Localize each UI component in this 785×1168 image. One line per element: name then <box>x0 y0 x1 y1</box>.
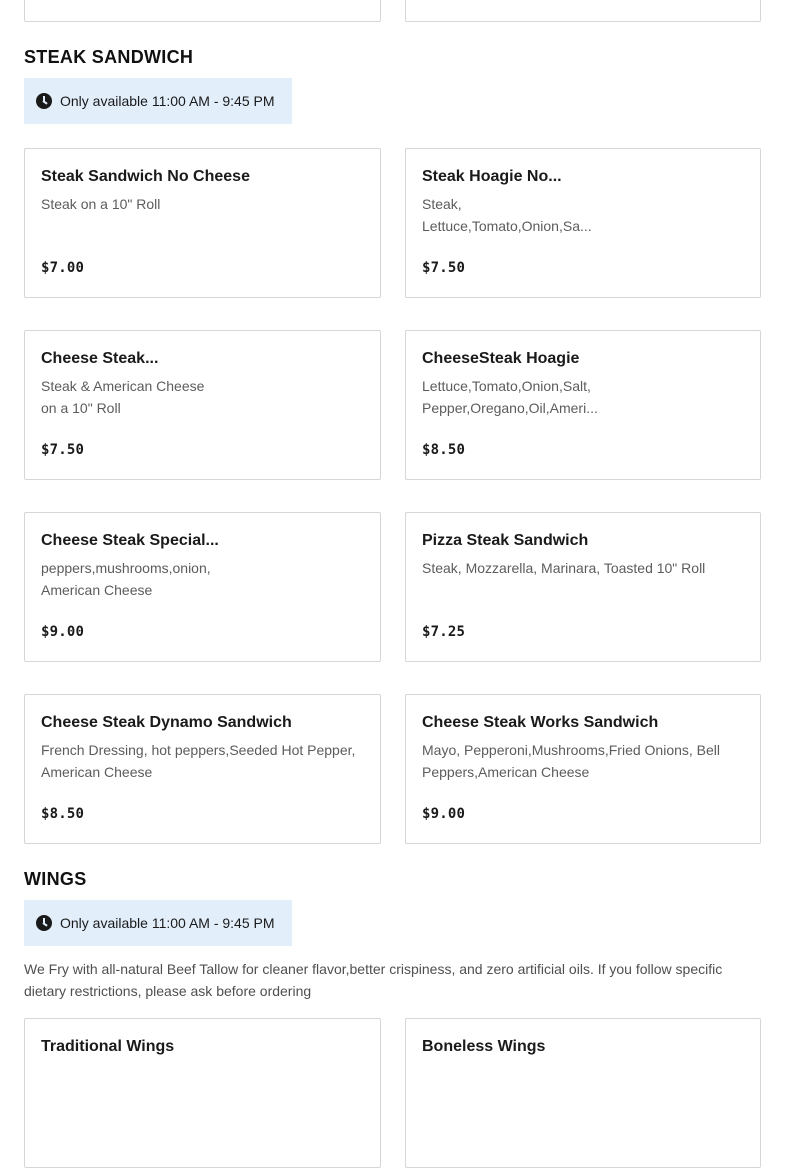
menu-item-name: Cheese Steak... <box>41 350 159 367</box>
clock-icon <box>36 915 52 931</box>
menu-item-card[interactable] <box>405 0 761 22</box>
menu-item-description: Steak & American Cheese on a 10" Roll <box>41 375 364 419</box>
clock-icon <box>36 93 52 109</box>
description-line: Peppers,American Cheese <box>422 764 590 780</box>
menu-item-price: $7.25 <box>422 624 466 640</box>
menu-item-description: Lettuce,Tomato,Onion,Salt, Pepper,Oregan… <box>422 375 744 419</box>
description-line: French Dressing, hot peppers,Seeded Hot … <box>41 742 356 758</box>
section-title-steak-sandwich: STEAK SANDWICH <box>24 47 194 67</box>
description-line: American Cheese <box>41 764 153 780</box>
menu-item-card[interactable]: Pizza Steak Sandwich Steak, Mozzarella, … <box>405 512 761 662</box>
menu-item-description: Steak, Lettuce,Tomato,Onion,Sa... <box>422 193 744 237</box>
menu-item-price: $7.50 <box>422 260 466 276</box>
menu-item-description: Mayo, Pepperoni,Mushrooms,Fried Onions, … <box>422 739 744 783</box>
menu-item-description: French Dressing, hot peppers,Seeded Hot … <box>41 739 364 783</box>
menu-item-name: Steak Hoagie No... <box>422 168 562 185</box>
menu-item-name: Traditional Wings <box>41 1038 175 1055</box>
menu-item-name: Cheese Steak Works Sandwich <box>422 714 659 731</box>
availability-text: Only available 11:00 AM - 9:45 PM <box>60 93 275 109</box>
description-line: Lettuce,Tomato,Onion,Sa... <box>422 218 592 234</box>
description-line: Steak, Mozzarella, Marinara, Toasted 10"… <box>422 560 706 576</box>
menu-item-card[interactable] <box>24 0 381 22</box>
menu-item-name: Pizza Steak Sandwich <box>422 532 589 549</box>
menu-item-card[interactable]: Steak Hoagie No... Steak, Lettuce,Tomato… <box>405 148 761 298</box>
menu-item-card[interactable]: Cheese Steak Dynamo Sandwich French Dres… <box>24 694 381 844</box>
description-line: Steak, <box>422 196 462 212</box>
menu-item-card[interactable]: CheeseSteak Hoagie Lettuce,Tomato,Onion,… <box>405 330 761 480</box>
menu-item-price: $7.00 <box>41 260 85 276</box>
menu-item-price: $9.00 <box>41 624 85 640</box>
description-line: on a 10" Roll <box>41 400 121 416</box>
menu-item-card[interactable]: Cheese Steak... Steak & American Cheese … <box>24 330 381 480</box>
menu-item-name: Steak Sandwich No Cheese <box>41 168 250 185</box>
description-line: Steak on a 10" Roll <box>41 196 161 212</box>
menu-item-card[interactable]: Cheese Steak Special... peppers,mushroom… <box>24 512 381 662</box>
menu-item-card[interactable]: Traditional Wings <box>24 1018 381 1168</box>
menu-item-price: $7.50 <box>41 442 85 458</box>
description-line: Steak & American Cheese <box>41 378 205 394</box>
menu-item-name: Cheese Steak Special... <box>41 532 219 549</box>
menu-item-name: CheeseSteak Hoagie <box>422 350 580 367</box>
menu-item-card[interactable]: Steak Sandwich No Cheese Steak on a 10" … <box>24 148 381 298</box>
menu-item-description: peppers,mushrooms,onion, American Cheese <box>41 557 364 601</box>
section-note-line: We Fry with all-natural Beef Tallow for … <box>24 961 723 977</box>
description-line: Mayo, Pepperoni,Mushrooms,Fried Onions, … <box>422 742 721 758</box>
menu-item-card[interactable]: Cheese Steak Works Sandwich Mayo, Pepper… <box>405 694 761 844</box>
description-line: peppers,mushrooms,onion, <box>41 560 211 576</box>
section-note: We Fry with all-natural Beef Tallow for … <box>24 958 764 1002</box>
section-title-wings: WINGS <box>24 869 87 889</box>
availability-banner: Only available 11:00 AM - 9:45 PM <box>24 78 292 124</box>
menu-item-name: Cheese Steak Dynamo Sandwich <box>41 714 292 731</box>
description-line: American Cheese <box>41 582 153 598</box>
description-line: Lettuce,Tomato,Onion,Salt, <box>422 378 591 394</box>
menu-item-description: Steak, Mozzarella, Marinara, Toasted 10"… <box>422 557 744 601</box>
menu-item-description: Steak on a 10" Roll <box>41 193 364 237</box>
availability-banner: Only available 11:00 AM - 9:45 PM <box>24 900 292 946</box>
menu-item-card[interactable]: Boneless Wings <box>405 1018 761 1168</box>
menu-item-price: $8.50 <box>41 806 85 822</box>
section-note-line: dietary restrictions, please ask before … <box>24 983 312 999</box>
availability-text: Only available 11:00 AM - 9:45 PM <box>60 915 275 931</box>
description-line: Pepper,Oregano,Oil,Ameri... <box>422 400 598 416</box>
menu-item-price: $9.00 <box>422 806 466 822</box>
menu-page: STEAK SANDWICH Only available 11:00 AM -… <box>0 0 785 1168</box>
menu-item-price: $8.50 <box>422 442 466 458</box>
menu-item-name: Boneless Wings <box>422 1038 546 1055</box>
